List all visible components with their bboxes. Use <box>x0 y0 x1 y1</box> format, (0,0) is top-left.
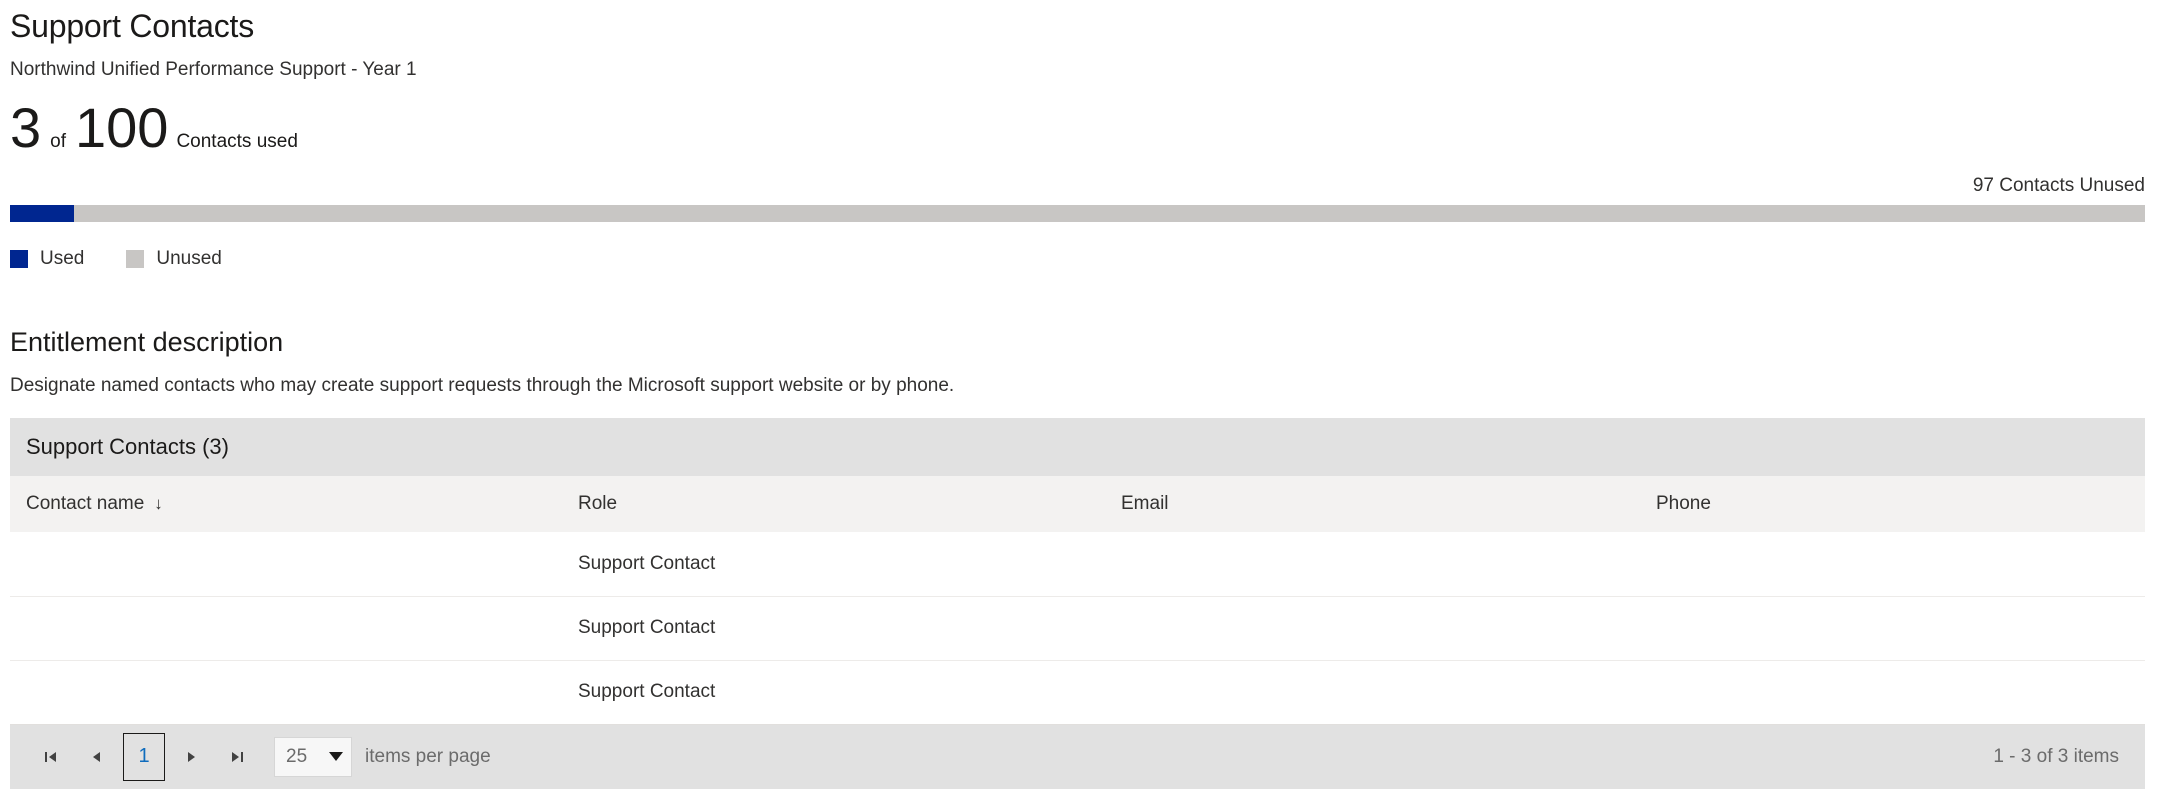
page-size-value: 25 <box>286 745 308 767</box>
cell-email <box>1105 532 1640 597</box>
legend-label-used: Used <box>40 248 85 269</box>
support-contacts-table-container: Support Contacts (3) Contact name ↓ Role … <box>10 418 2145 789</box>
table-caption: Support Contacts (3) <box>10 418 2145 476</box>
chevron-down-icon <box>329 752 343 761</box>
table-header-row: Contact name ↓ Role Email Phone <box>10 476 2145 532</box>
entitlement-description-text: Designate named contacts who may create … <box>10 375 955 396</box>
first-page-button[interactable] <box>28 734 74 780</box>
usage-total-count: 100 <box>75 96 169 159</box>
cell-phone <box>1640 660 2145 725</box>
first-page-icon <box>43 749 59 765</box>
last-page-icon <box>229 749 245 765</box>
page-title: Support Contacts <box>10 8 255 44</box>
usage-unit-label: Contacts used <box>176 131 298 152</box>
cell-email <box>1105 596 1640 661</box>
usage-of-word: of <box>50 131 67 152</box>
page-subtitle: Northwind Unified Performance Support - … <box>10 59 417 80</box>
column-header-email[interactable]: Email <box>1105 476 1640 532</box>
table-body: Support Contact Support Contact Support … <box>10 532 2145 725</box>
cell-email <box>1105 660 1640 725</box>
page-size-select[interactable]: 25 <box>274 736 352 777</box>
legend-swatch-unused-icon <box>126 250 145 268</box>
pagination-bar: 1 25 items per page 1 - 3 of 3 items <box>10 724 2145 789</box>
cell-contact-name <box>10 596 562 661</box>
usage-used-count: 3 <box>10 96 42 159</box>
legend-item-used: Used <box>10 248 84 270</box>
column-header-phone[interactable]: Phone <box>1640 476 2145 532</box>
support-contacts-table: Contact name ↓ Role Email Phone Support C… <box>10 476 2145 725</box>
sort-descending-icon: ↓ <box>154 494 163 513</box>
column-header-phone-label: Phone <box>1656 493 1711 514</box>
support-contacts-page: Support Contacts Northwind Unified Perfo… <box>0 0 2171 811</box>
items-per-page-label: items per page <box>365 745 491 767</box>
table-header: Contact name ↓ Role Email Phone <box>10 476 2145 532</box>
usage-progress-fill <box>10 205 75 222</box>
column-header-contact-name[interactable]: Contact name ↓ <box>10 476 562 532</box>
usage-progress-bar <box>10 205 2145 222</box>
table-row[interactable]: Support Contact <box>10 532 2145 597</box>
legend-label-unused: Unused <box>156 248 222 269</box>
cell-phone <box>1640 532 2145 597</box>
cell-role: Support Contact <box>562 532 1105 597</box>
usage-legend: Used Unused <box>10 248 264 270</box>
cell-contact-name <box>10 660 562 725</box>
legend-swatch-used-icon <box>10 250 28 268</box>
cell-role: Support Contact <box>562 596 1105 661</box>
next-page-button[interactable] <box>168 734 214 780</box>
usage-summary: 3 of 100 Contacts used <box>10 100 298 156</box>
pagination-summary: 1 - 3 of 3 items <box>1993 745 2119 767</box>
table-row[interactable]: Support Contact <box>10 660 2145 725</box>
column-header-role[interactable]: Role <box>562 476 1105 532</box>
previous-page-button[interactable] <box>74 734 120 780</box>
previous-page-icon <box>89 749 105 765</box>
cell-contact-name <box>10 532 562 597</box>
legend-item-unused: Unused <box>126 248 222 270</box>
next-page-icon <box>183 749 199 765</box>
column-header-email-label: Email <box>1121 493 1169 514</box>
cell-role: Support Contact <box>562 660 1105 725</box>
column-header-role-label: Role <box>578 493 618 514</box>
last-page-button[interactable] <box>214 734 260 780</box>
entitlement-description-title: Entitlement description <box>10 327 284 357</box>
remaining-caption: 97 Contacts Unused <box>1972 175 2145 196</box>
cell-phone <box>1640 596 2145 661</box>
table-row[interactable]: Support Contact <box>10 596 2145 661</box>
page-number-button-1[interactable]: 1 <box>123 732 165 781</box>
column-header-contact-name-label: Contact name <box>26 493 145 514</box>
